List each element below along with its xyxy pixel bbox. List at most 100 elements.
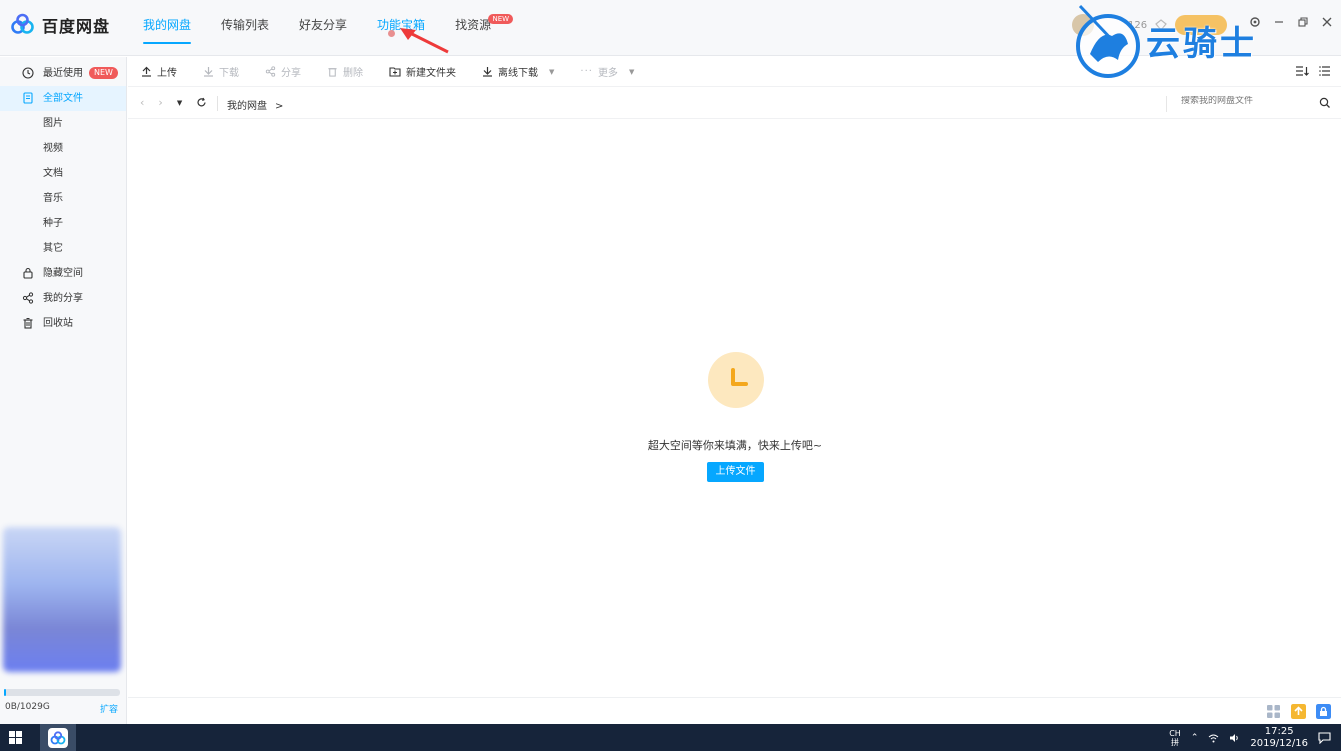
bottom-icons xyxy=(1266,704,1331,719)
chevron-down-icon[interactable]: ▼ xyxy=(549,68,554,76)
sidebar: 最近使用 NEW 全部文件 图片 视频 文档 音乐 种子 其它 隐藏空间 我的分享… xyxy=(0,57,127,724)
windows-taskbar: CH 拼 ⌃ 17:25 2019/12/16 xyxy=(0,724,1341,751)
sidebar-item-music[interactable]: 音乐 xyxy=(0,186,126,211)
tab-find-resources[interactable]: 找资源 NEW xyxy=(455,0,514,56)
download-label: 下载 xyxy=(219,68,239,79)
history-dropdown-icon[interactable]: ▼ xyxy=(177,99,182,107)
sidebar-item-others[interactable]: 其它 xyxy=(0,236,126,261)
restore-icon[interactable] xyxy=(1297,16,1309,28)
more-button[interactable]: ··· 更多 ▼ xyxy=(580,64,634,79)
forward-arrow-icon[interactable]: › xyxy=(158,96,162,109)
offline-download-icon xyxy=(483,67,492,77)
new-folder-icon xyxy=(389,67,401,77)
trash-icon xyxy=(328,68,337,77)
breadcrumb-item-my-netdisk[interactable]: 我的网盘 xyxy=(227,101,267,112)
expand-storage-link[interactable]: 扩容 xyxy=(100,702,118,715)
apps-grid-icon[interactable] xyxy=(1266,704,1281,719)
volume-icon[interactable] xyxy=(1229,733,1240,743)
new-folder-label: 新建文件夹 xyxy=(406,68,456,79)
clock-empty-icon xyxy=(731,368,748,386)
refresh-icon[interactable] xyxy=(196,97,207,108)
list-view-icon[interactable] xyxy=(1319,65,1331,77)
sidebar-item-label: 最近使用 xyxy=(43,68,83,79)
sidebar-item-label: 全部文件 xyxy=(43,93,83,104)
clock-icon xyxy=(22,67,34,79)
search-icon[interactable] xyxy=(1319,97,1331,109)
storage-quota-bar xyxy=(4,689,120,696)
tray-expand-icon[interactable]: ⌃ xyxy=(1191,733,1199,743)
sidebar-item-label: 我的分享 xyxy=(43,293,83,304)
app-logo: 百度网盘 xyxy=(10,12,110,38)
offline-download-button[interactable]: 离线下载 ▼ xyxy=(482,64,554,79)
close-icon[interactable] xyxy=(1321,16,1333,28)
sidebar-item-documents[interactable]: 文档 xyxy=(0,161,126,186)
sidebar-item-recent[interactable]: 最近使用 NEW xyxy=(0,61,126,86)
wifi-icon[interactable] xyxy=(1208,733,1219,743)
minimize-icon[interactable] xyxy=(1273,16,1285,28)
trash-icon xyxy=(23,318,33,329)
sidebar-item-recycle-bin[interactable]: 回收站 xyxy=(0,311,126,336)
system-tray: CH 拼 ⌃ 17:25 2019/12/16 xyxy=(1169,724,1331,751)
baidu-cloud-taskbar-icon xyxy=(48,727,68,748)
delete-label: 删除 xyxy=(343,68,363,79)
diamond-icon[interactable] xyxy=(1155,19,1167,31)
clock-date: 2019/12/16 xyxy=(1250,737,1308,749)
divider xyxy=(217,96,218,111)
message-count: 126 xyxy=(1128,19,1148,31)
empty-state-illustration xyxy=(708,352,764,408)
share-icon xyxy=(265,66,276,77)
mouse-cursor-highlight xyxy=(388,30,395,37)
lock-badge-icon[interactable] xyxy=(1316,704,1331,719)
ime-mode: 拼 xyxy=(1171,737,1179,747)
tab-my-netdisk[interactable]: 我的网盘 xyxy=(143,0,192,56)
sidebar-item-label: 隐藏空间 xyxy=(43,268,83,279)
sidebar-item-label: 回收站 xyxy=(43,318,73,329)
breadcrumb-separator: > xyxy=(275,101,284,112)
tab-find-resources-label: 找资源 xyxy=(455,18,492,32)
sidebar-item-all-files[interactable]: 全部文件 xyxy=(0,86,126,111)
avatar[interactable] xyxy=(1072,14,1094,36)
view-controls xyxy=(1295,65,1331,77)
app-title: 百度网盘 xyxy=(42,17,111,36)
tab-friend-share[interactable]: 好友分享 xyxy=(299,0,347,56)
main-nav: 我的网盘 传输列表 好友分享 功能宝箱 找资源 NEW xyxy=(143,0,521,56)
settings-gear-icon[interactable] xyxy=(1249,16,1261,28)
tab-transfer-list[interactable]: 传输列表 xyxy=(221,0,269,56)
file-icon xyxy=(23,92,33,104)
clock-time: 17:25 xyxy=(1264,725,1294,737)
taskbar-clock[interactable]: 17:25 2019/12/16 xyxy=(1250,726,1308,750)
share-icon xyxy=(22,292,34,304)
vip-button[interactable] xyxy=(1175,15,1228,35)
new-folder-button[interactable]: 新建文件夹 xyxy=(389,64,456,79)
upload-button[interactable]: 上传 xyxy=(141,64,177,79)
share-button[interactable]: 分享 xyxy=(265,64,301,79)
search-box xyxy=(1166,96,1331,112)
header-right-tools: 126 xyxy=(1072,14,1228,36)
sidebar-item-pictures[interactable]: 图片 xyxy=(0,111,126,136)
baidu-netdisk-window: 百度网盘 我的网盘 传输列表 好友分享 功能宝箱 找资源 NEW 126 云骑士… xyxy=(0,0,1341,724)
delete-button[interactable]: 删除 xyxy=(327,64,363,79)
input-method-indicator[interactable]: CH 拼 xyxy=(1169,729,1181,747)
sidebar-item-torrents[interactable]: 种子 xyxy=(0,211,126,236)
sidebar-item-hidden-space[interactable]: 隐藏空间 xyxy=(0,261,126,286)
taskbar-app-baidu-netdisk[interactable] xyxy=(40,724,76,751)
upload-files-button[interactable]: 上传文件 xyxy=(707,462,764,482)
download-icon xyxy=(204,67,213,77)
path-bar: ‹ › ▼ 我的网盘 > xyxy=(128,88,1341,119)
more-label: 更多 xyxy=(597,68,618,79)
sidebar-item-my-shares[interactable]: 我的分享 xyxy=(0,286,126,311)
title-bar: 百度网盘 我的网盘 传输列表 好友分享 功能宝箱 找资源 NEW 126 云骑士 xyxy=(0,0,1341,78)
upload-task-icon[interactable] xyxy=(1291,704,1306,719)
promo-banner-blurred[interactable] xyxy=(3,527,121,672)
empty-state-message: 超大空间等你来填满，快来上传吧~ xyxy=(647,439,823,452)
upload-icon xyxy=(142,66,151,77)
sidebar-item-videos[interactable]: 视频 xyxy=(0,136,126,161)
back-arrow-icon[interactable]: ‹ xyxy=(140,96,144,109)
download-button[interactable]: 下载 xyxy=(203,64,239,79)
breadcrumb: 我的网盘 > xyxy=(227,97,283,112)
windows-start-icon[interactable] xyxy=(9,731,22,744)
notifications-icon[interactable] xyxy=(1318,731,1331,744)
lock-icon xyxy=(23,267,33,279)
search-input[interactable] xyxy=(1181,96,1311,106)
sort-icon[interactable] xyxy=(1295,65,1309,77)
